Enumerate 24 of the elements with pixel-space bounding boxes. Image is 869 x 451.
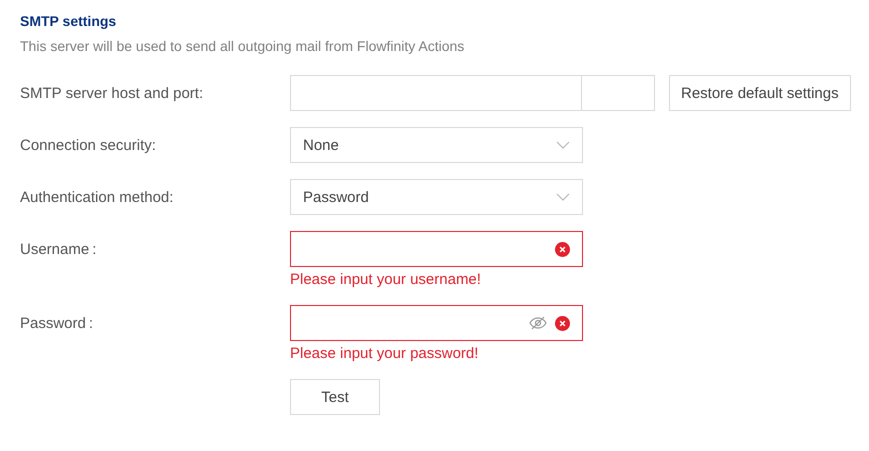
field-label: Connection security:: [20, 136, 156, 154]
error-icon[interactable]: [555, 316, 570, 330]
error-message: Please input your username!: [290, 271, 482, 289]
error-message: Please input your password!: [290, 345, 480, 363]
restore-defaults-button[interactable]: Restore default settings: [669, 75, 851, 111]
label-colon: :: [92, 240, 96, 258]
host-field[interactable]: [290, 75, 582, 111]
test-button[interactable]: Test: [290, 379, 380, 415]
label-colon: :: [88, 314, 94, 332]
select-field[interactable]: Password: [290, 179, 583, 215]
section-title: SMTP settings: [20, 12, 118, 30]
chevron-down-icon: [556, 141, 570, 149]
chevron-down-icon: [556, 193, 570, 201]
field-label: Password: [20, 314, 86, 332]
password-field[interactable]: [290, 305, 583, 341]
port-field[interactable]: [582, 75, 655, 111]
select-field[interactable]: None: [290, 127, 583, 163]
field-label: SMTP server host and port:: [20, 84, 204, 102]
field-label: Authentication method:: [20, 188, 174, 206]
error-icon[interactable]: [555, 242, 570, 256]
section-description: This server will be used to send all outgoing mail from Flowfinity Actions: [20, 37, 466, 55]
field-label: Username: [20, 240, 90, 258]
eye-off-icon[interactable]: [529, 316, 547, 330]
username-field[interactable]: [290, 231, 583, 267]
